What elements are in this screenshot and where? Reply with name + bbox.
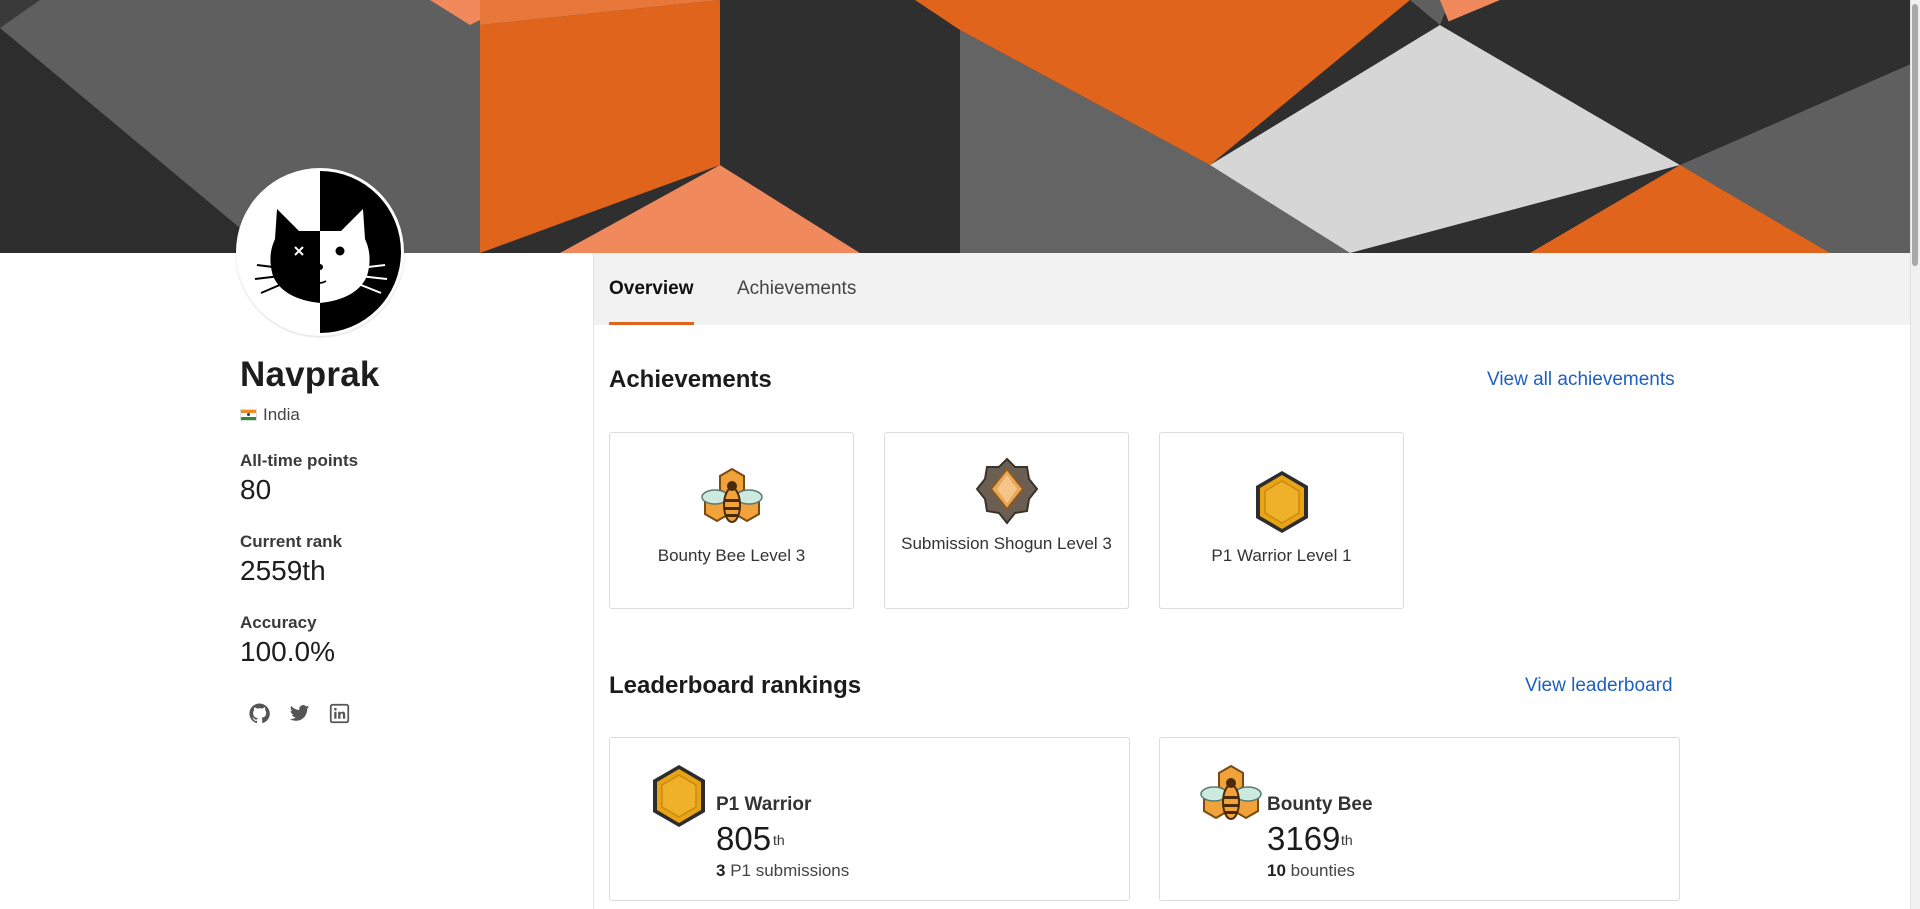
achievement-card[interactable]: P1 Warrior Level 1	[1159, 432, 1404, 609]
view-all-achievements-link[interactable]: View all achievements	[1487, 369, 1675, 391]
stat-label: Accuracy	[240, 613, 317, 632]
leaderboard-rank: 3169	[1267, 820, 1341, 857]
leaderboard-card[interactable]: Bounty Bee 3169 th 10 bounties	[1159, 737, 1680, 901]
submission-shogun-badge-icon	[975, 457, 1038, 525]
stat-accuracy: Accuracy 100.0%	[240, 613, 580, 668]
leaderboard-card[interactable]: P1 Warrior 805 th 3 P1 submissions	[609, 737, 1130, 901]
leaderboard-count-label: P1 submissions	[730, 861, 850, 880]
username: Navprak	[240, 355, 380, 394]
social-links	[240, 702, 580, 724]
country-label: India	[263, 405, 300, 424]
content-divider	[593, 253, 594, 909]
tab-overview[interactable]: Overview	[609, 253, 694, 325]
scrollbar-thumb[interactable]	[1912, 4, 1918, 266]
achievement-card[interactable]: Bounty Bee Level 3	[609, 432, 854, 609]
achievement-label: P1 Warrior Level 1	[1211, 546, 1352, 565]
leaderboard-count-label: bounties	[1290, 861, 1355, 880]
leaderboard-title: Bounty Bee	[1267, 794, 1373, 815]
stat-points: All-time points 80	[240, 451, 580, 506]
stat-label: All-time points	[240, 451, 359, 470]
leaderboard-count: 10	[1267, 861, 1286, 880]
stat-value: 80	[240, 474, 272, 505]
country: India	[240, 405, 580, 425]
achievements-heading: Achievements	[609, 366, 772, 393]
tab-bar: Overview Achievements	[594, 253, 1910, 325]
cat-avatar-icon	[239, 171, 401, 333]
leaderboard-rank: 805	[716, 820, 772, 857]
stat-value: 2559th	[240, 555, 326, 586]
rank-suffix: th	[773, 832, 785, 848]
linkedin-icon[interactable]	[328, 702, 350, 724]
rank-suffix: th	[1341, 832, 1353, 848]
stat-value: 100.0%	[240, 636, 335, 667]
stat-label: Current rank	[240, 532, 343, 551]
leaderboard-title: P1 Warrior	[716, 794, 812, 815]
leaderboard-detail: 3 P1 submissions	[716, 861, 849, 881]
profile-sidebar: Navprak India All-time points 80 Current…	[240, 355, 580, 724]
tab-achievements[interactable]: Achievements	[737, 253, 856, 325]
p1-warrior-badge-icon	[653, 765, 705, 827]
bounty-bee-badge-icon	[700, 467, 763, 523]
bounty-bee-badge-icon	[1200, 764, 1262, 820]
avatar	[236, 168, 404, 336]
twitter-icon[interactable]	[288, 702, 310, 724]
india-flag-icon	[240, 409, 257, 421]
github-icon[interactable]	[248, 702, 270, 724]
leaderboard-detail: 10 bounties	[1267, 861, 1355, 881]
leaderboard-heading: Leaderboard rankings	[609, 672, 862, 699]
leaderboard-count: 3	[716, 861, 726, 880]
p1-warrior-badge-icon	[1255, 471, 1308, 533]
achievement-card[interactable]: Submission Shogun Level 3	[884, 432, 1129, 609]
stat-rank: Current rank 2559th	[240, 532, 580, 587]
view-leaderboard-link[interactable]: View leaderboard	[1525, 675, 1673, 697]
achievement-label: Submission Shogun Level 3	[901, 534, 1112, 553]
achievement-label: Bounty Bee Level 3	[657, 546, 806, 565]
